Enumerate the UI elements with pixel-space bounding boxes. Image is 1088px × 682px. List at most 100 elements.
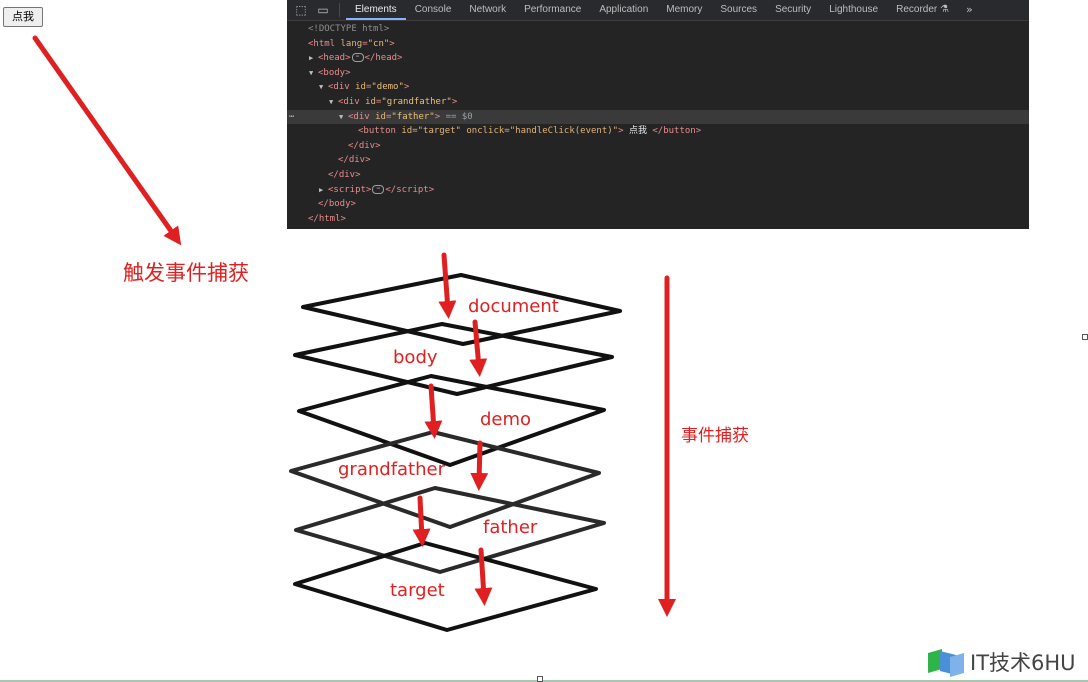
expand-toggle-icon[interactable]: ▼ (309, 66, 318, 81)
dom-node-row[interactable]: </html> (287, 212, 1029, 227)
layer-plane-body (293, 322, 614, 396)
layer-arrow-4 (470, 440, 489, 491)
dom-node-row[interactable]: ▶ <head> ⋯ </head> (287, 51, 1029, 66)
layer-arrow-3 (424, 383, 443, 439)
layer-plane-demo (297, 374, 606, 467)
tab-separator (339, 3, 340, 17)
attr-name: id (349, 82, 366, 93)
more-tabs-icon[interactable]: » (958, 0, 981, 20)
expand-toggle-icon[interactable]: ▼ (329, 95, 338, 110)
layer-label-body: body (393, 347, 438, 368)
dom-node-row[interactable]: ⋯ ▼ <div id="father"> == $0 (287, 109, 1029, 125)
tab-memory[interactable]: Memory (657, 0, 711, 20)
tab-recorder[interactable]: Recorder ⚗ (887, 0, 958, 20)
tag-name: </div> (338, 155, 371, 166)
resize-handle-bottom[interactable] (537, 676, 543, 682)
device-toolbar-icon[interactable]: ▭ (315, 2, 331, 18)
layer-arrow-5 (412, 495, 431, 547)
dom-node-row[interactable]: </body> (287, 197, 1029, 212)
expand-toggle-icon[interactable]: ▶ (309, 51, 318, 66)
text-node: 点我 (623, 126, 653, 137)
layer-label-document: document (468, 296, 559, 317)
dom-node-row[interactable]: <button id="target" onclick="handleClick… (287, 124, 1029, 139)
tab-lighthouse[interactable]: Lighthouse (820, 0, 887, 20)
doctype-text: <!DOCTYPE html> (308, 24, 390, 34)
attr-value: "father" (391, 111, 435, 122)
layer-arrow-2 (469, 319, 488, 377)
tab-elements[interactable]: Elements (346, 0, 406, 20)
layer-arrow-1 (438, 252, 457, 319)
collapsed-content-icon: ⋯ (351, 53, 364, 63)
layer-plane-father (294, 486, 606, 574)
tab-network[interactable]: Network (460, 0, 515, 20)
dom-node-row[interactable]: </div> (287, 139, 1029, 154)
flask-icon: ⚗ (940, 4, 950, 15)
tab-performance[interactable]: Performance (515, 0, 590, 20)
layer-label-target: target (390, 580, 445, 601)
tag-name: <button (358, 126, 402, 137)
tab-sources[interactable]: Sources (711, 0, 766, 20)
expand-toggle-icon[interactable]: ▶ (319, 183, 328, 198)
trigger-capture-label: 触发事件捕获 (123, 261, 249, 285)
selected-marker: == $0 (440, 111, 473, 122)
dom-node-row[interactable]: ▼ <div id="grandfather"> (287, 95, 1029, 110)
layer-label-grandfather: grandfather (338, 459, 445, 480)
dom-node-row[interactable]: </div> (287, 168, 1029, 183)
layer-plane-document (301, 273, 622, 346)
dom-node-row[interactable]: </div> (287, 153, 1029, 168)
expand-toggle-icon[interactable]: ▼ (339, 110, 348, 125)
dom-node-row[interactable]: ▼ <body> (287, 66, 1029, 81)
resize-handle-right[interactable] (1082, 334, 1088, 340)
expand-toggle-icon[interactable]: ▼ (319, 80, 328, 95)
attr-name: lang (335, 38, 363, 49)
tag-name: </button> (652, 126, 702, 137)
dom-node-row[interactable]: ▶ <script> ⋯ </script> (287, 183, 1029, 198)
tag-name: <div (328, 82, 350, 93)
dom-tree: <!DOCTYPE html> <html lang="cn"> ▶ <head> ⋯ <… (287, 22, 1029, 226)
layer-label-father: father (483, 517, 538, 538)
dom-node-row[interactable]: ▼ <div id="demo"> (287, 80, 1029, 95)
tag-name: <html (308, 38, 336, 49)
tag-close: > (403, 82, 410, 93)
attr-value: "demo" (371, 82, 404, 93)
tag-close: > (451, 96, 458, 107)
watermark-logo-icon (926, 647, 966, 677)
tag-name: <head> (318, 53, 351, 64)
tag-name: </script> (385, 184, 435, 195)
tag-name: <body (318, 67, 346, 78)
attr-list: id="target" onclick="handleClick(event)" (401, 126, 619, 137)
devtools-tab-bar: ⬚ ▭ Elements Console Network Performance… (287, 0, 1029, 21)
tag-close: > (345, 67, 351, 78)
tag-close: > (389, 38, 395, 49)
layer-arrow-6 (474, 547, 493, 606)
attr-value: "grandfather" (381, 96, 452, 107)
attr-name: id (369, 111, 386, 122)
capture-side-label: 事件捕获 (681, 426, 749, 446)
tag-name: <div (338, 96, 360, 107)
collapsed-content-icon: ⋯ (372, 184, 385, 194)
inspect-element-icon[interactable]: ⬚ (293, 2, 309, 18)
trigger-arrow (32, 35, 182, 246)
tab-recorder-label: Recorder (896, 4, 938, 15)
tag-name: </html> (308, 213, 346, 224)
devtools-panel: ⬚ ▭ Elements Console Network Performance… (287, 0, 1029, 229)
watermark: IT技术6HU (926, 646, 1076, 678)
layer-plane-target (293, 541, 598, 632)
dom-node-row[interactable]: <html lang="cn"> (287, 37, 1029, 52)
watermark-text: IT技术6HU (970, 651, 1076, 675)
row-menu-icon: ⋯ (289, 111, 295, 122)
tag-name: </div> (328, 169, 361, 180)
attr-value: "cn" (367, 38, 390, 49)
tag-name: </div> (348, 140, 381, 151)
tab-security[interactable]: Security (766, 0, 820, 20)
dom-node-row[interactable]: <!DOCTYPE html> (287, 22, 1029, 37)
tag-name: <div (348, 111, 370, 122)
tag-name: </body> (318, 199, 356, 210)
tab-console[interactable]: Console (406, 0, 461, 20)
layer-label-demo: demo (480, 409, 532, 430)
click-me-button[interactable]: 点我 (3, 7, 43, 27)
attr-name: id (359, 96, 376, 107)
tab-application[interactable]: Application (590, 0, 657, 20)
tag-name: </head> (364, 53, 403, 64)
tag-name: <script> (328, 184, 372, 195)
